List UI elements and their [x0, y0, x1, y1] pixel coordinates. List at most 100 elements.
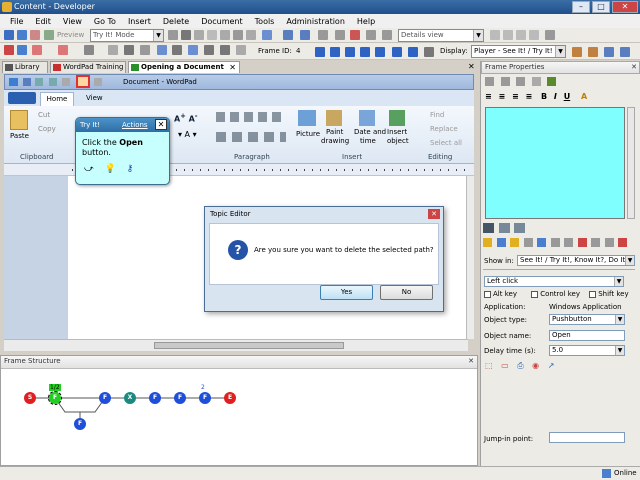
underline-icon[interactable]: U — [564, 92, 571, 101]
close-icon[interactable]: ✕ — [428, 209, 440, 219]
mode-select[interactable]: Try It! Mode ▼ — [90, 29, 164, 42]
copy-icon[interactable] — [168, 30, 178, 40]
align-buttons-icon[interactable] — [216, 132, 286, 142]
fp-tool-icon-5[interactable] — [537, 238, 547, 247]
qa-save-icon[interactable] — [23, 78, 31, 86]
delete-icon[interactable] — [233, 30, 243, 40]
new-icon[interactable] — [4, 30, 14, 40]
bold-icon[interactable]: B — [541, 92, 547, 101]
menu-document[interactable]: Document — [195, 17, 248, 26]
branch3-icon[interactable] — [84, 45, 94, 55]
alt-key-checkbox[interactable] — [484, 290, 491, 298]
menu-file[interactable]: File — [4, 17, 29, 26]
action-add-icon[interactable]: ⬚ — [485, 361, 493, 370]
fp-tool-icon-3[interactable] — [510, 238, 520, 247]
close-icon[interactable]: ✕ — [155, 119, 167, 130]
replace-label[interactable]: Replace — [430, 125, 458, 133]
list-buttons-icon[interactable] — [216, 112, 286, 122]
save-icon[interactable] — [17, 30, 27, 40]
frame-nav-icon[interactable] — [424, 47, 434, 57]
action-record-icon[interactable]: ◉ — [532, 361, 539, 370]
paste-label[interactable]: Paste — [10, 132, 29, 140]
align-right-icon[interactable]: ≡ — [512, 92, 519, 101]
action-edit-icon[interactable]: ⎙ — [517, 361, 523, 370]
display-tool3-icon[interactable] — [604, 47, 614, 57]
shift-key-checkbox[interactable] — [589, 290, 597, 298]
tab-opening-document[interactable]: Opening a Document ✕ — [128, 61, 240, 73]
fp-tool-icon-8[interactable] — [577, 238, 587, 247]
editor-scrollbar[interactable] — [627, 107, 635, 219]
action-remove-icon[interactable]: ▭ — [501, 361, 509, 370]
app-menu-button[interactable] — [8, 92, 36, 104]
ribbon-tab-home[interactable]: Home — [40, 92, 74, 106]
menu-help[interactable]: Help — [351, 17, 381, 26]
date-label-1[interactable]: Date and — [354, 128, 386, 136]
menu-tools[interactable]: Tools — [249, 17, 281, 26]
frame-tool-icon[interactable] — [108, 45, 118, 55]
tool5-icon[interactable] — [366, 30, 376, 40]
tool7-icon[interactable] — [490, 30, 500, 40]
display-tool4-icon[interactable] — [620, 47, 630, 57]
minimize-icon[interactable]: – — [572, 1, 590, 13]
fp-tool-icon-11[interactable] — [618, 238, 628, 247]
fp-tab-icon-1[interactable] — [483, 223, 494, 233]
frame-node-end[interactable]: E — [224, 392, 236, 404]
fp-check-icon[interactable] — [547, 77, 557, 86]
find-label[interactable]: Find — [430, 111, 444, 119]
tool2-icon[interactable] — [318, 30, 328, 40]
jump2-icon[interactable] — [408, 47, 418, 57]
jump-icon[interactable] — [392, 47, 402, 57]
object-type-select[interactable]: Pushbutton ▼ — [549, 314, 625, 325]
close-document-icon[interactable]: ✕ — [468, 62, 475, 71]
vertical-scrollbar[interactable] — [466, 176, 474, 339]
fp-tool-icon-1[interactable] — [483, 238, 492, 247]
tool10-icon[interactable] — [529, 30, 539, 40]
frame-tool8-icon[interactable] — [220, 45, 230, 55]
close-icon[interactable]: ✕ — [612, 1, 638, 13]
frame-node[interactable]: F — [149, 392, 161, 404]
record-icon[interactable] — [4, 45, 14, 55]
tool11-icon[interactable] — [545, 30, 555, 40]
fp-delete-icon[interactable] — [531, 77, 541, 86]
panel-close-icon[interactable]: ✕ — [468, 356, 474, 367]
fp-tool-icon-9[interactable] — [591, 238, 601, 247]
tab-library[interactable]: Library — [2, 61, 48, 73]
qa-print-icon[interactable] — [94, 78, 102, 86]
redo-icon[interactable] — [300, 30, 310, 40]
frame-node-start[interactable]: S — [24, 392, 36, 404]
close-tab-icon[interactable]: ✕ — [229, 62, 236, 73]
menu-administration[interactable]: Administration — [280, 17, 351, 26]
frame-node-selected[interactable]: F — [48, 391, 62, 405]
cut-label[interactable]: Cut — [38, 111, 50, 119]
menu-goto[interactable]: Go To — [88, 17, 122, 26]
next-frame-icon[interactable] — [360, 47, 370, 57]
last-frame-icon[interactable] — [375, 47, 385, 57]
picture-label[interactable]: Picture — [296, 130, 320, 138]
menu-delete[interactable]: Delete — [157, 17, 195, 26]
cut-icon[interactable] — [194, 30, 204, 40]
frame-node[interactable]: F — [99, 392, 111, 404]
object-icon[interactable] — [389, 110, 405, 126]
align-center-icon[interactable]: ≡ — [499, 92, 506, 101]
qa-redo-icon[interactable] — [49, 78, 57, 86]
first-frame-icon[interactable] — [315, 47, 325, 57]
frame-tool9-icon[interactable] — [236, 45, 246, 55]
frame-tool5-icon[interactable] — [172, 45, 182, 55]
frame-tool6-icon[interactable] — [188, 45, 198, 55]
action-move-icon[interactable]: ↗ — [548, 361, 555, 370]
scroll-thumb[interactable] — [154, 342, 344, 349]
frame-tool3-icon[interactable] — [140, 45, 150, 55]
tool-icon[interactable] — [262, 30, 272, 40]
paint-label-2[interactable]: drawing — [321, 137, 349, 145]
tab-wordpad-training[interactable]: WordPad Training — [50, 61, 126, 73]
open-highlight-icon[interactable] — [76, 75, 90, 88]
frame-node[interactable]: F — [199, 392, 211, 404]
qa-undo-icon[interactable] — [35, 78, 43, 86]
menu-edit[interactable]: Edit — [29, 17, 57, 26]
fp-tool-icon-7[interactable] — [564, 238, 574, 247]
font-color-icon[interactable]: ▾ A ▾ — [178, 130, 197, 139]
frame-tool7-icon[interactable] — [204, 45, 214, 55]
jump-in-input[interactable] — [549, 432, 625, 443]
picture-icon[interactable] — [298, 110, 316, 126]
tool9-icon[interactable] — [516, 30, 526, 40]
